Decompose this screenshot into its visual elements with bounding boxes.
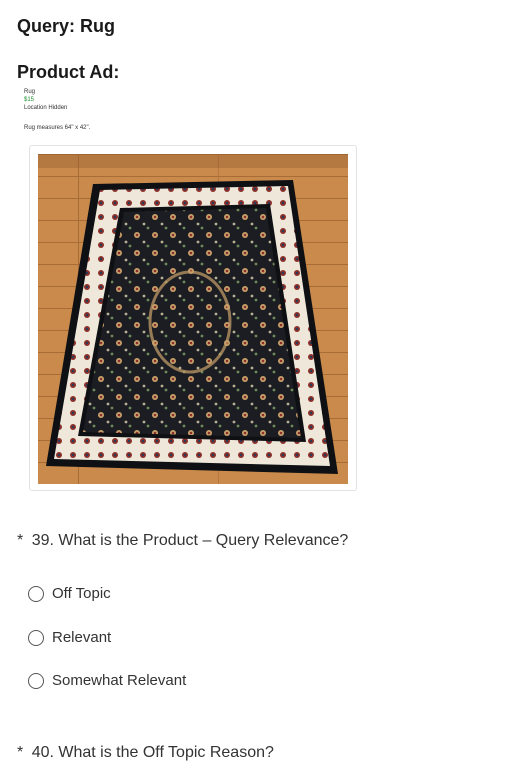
question-40: * 40. What is the Off Topic Reason? (17, 744, 274, 762)
query-title: Query: Rug (17, 16, 116, 36)
rug-photo (38, 154, 348, 484)
product-ad-meta: Rug $15 Location Hidden (24, 88, 67, 112)
radio-button[interactable] (28, 585, 44, 602)
option-relevant[interactable]: Relevant (28, 629, 111, 646)
option-somewhat-relevant[interactable]: Somewhat Relevant (28, 672, 186, 689)
product-ad-description: Rug measures 64" x 42". (24, 125, 91, 131)
product-image (29, 145, 357, 491)
option-label: Somewhat Relevant (52, 672, 187, 689)
option-off-topic[interactable]: Off Topic (28, 585, 111, 602)
product-ad-location: Location Hidden (24, 105, 68, 111)
required-marker: * (17, 532, 24, 549)
option-label: Relevant (52, 629, 112, 646)
product-ad-price: $15 (24, 97, 35, 103)
question-39: * 39. What is the Product – Query Releva… (17, 532, 348, 550)
question-39-text: 39. What is the Product – Query Relevanc… (31, 532, 349, 549)
radio-button[interactable] (28, 672, 44, 689)
required-marker: * (17, 744, 24, 761)
option-label: Off Topic (52, 585, 111, 602)
radio-button[interactable] (28, 629, 44, 646)
product-ad-heading: Product Ad: (17, 62, 120, 82)
question-40-text: 40. What is the Off Topic Reason? (31, 744, 274, 761)
product-ad-title: Rug (24, 89, 36, 95)
